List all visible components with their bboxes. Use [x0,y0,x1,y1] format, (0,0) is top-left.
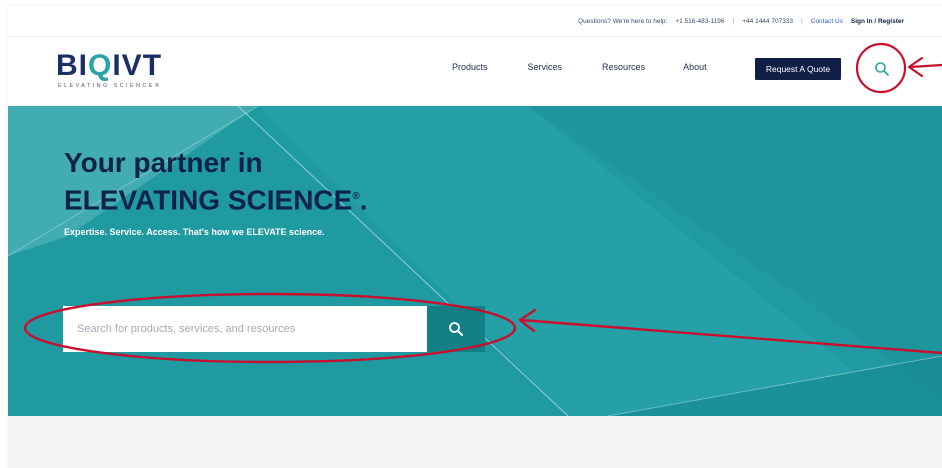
separator: | [801,17,803,25]
registered-mark: ® [352,191,360,202]
help-text: Questions? We're here to help: [578,17,668,25]
bioivt-logo[interactable]: BI Q IVT ELEVATING SCIENCE® [56,51,162,90]
contact-us-link[interactable]: Contact Us [811,18,843,25]
hero-title-line1: Your partner in [64,147,263,178]
sign-in-link[interactable]: Sign In / Register [851,18,904,25]
hero-subtitle: Expertise. Service. Access. That's how w… [64,227,325,237]
logo-text-q: Q [88,49,113,82]
logo-text-bi: BI [56,49,88,82]
logo-wordmark: BI Q IVT [56,51,162,81]
search-icon [449,322,463,336]
nav-item-products[interactable]: Products [452,62,488,72]
logo-tagline: ELEVATING SCIENCE® [58,83,162,89]
request-quote-button[interactable]: Request A Quote [755,58,841,80]
search-icon [875,62,889,76]
utility-bar: Questions? We're here to help: +1 516-48… [8,6,942,36]
hero-search-input[interactable] [63,306,427,352]
phone-us-link[interactable]: +1 516-483-1196 [675,18,724,25]
hero-title-period: . [359,184,368,216]
logo-text-ivt: IVT [112,49,163,82]
header-search-button[interactable] [874,61,890,77]
hero-title-text: ELEVATING SCIENCE [64,184,353,216]
hero-title: Your partner in ELEVATING SCIENCE®. [64,146,367,217]
hero-title-line2: ELEVATING SCIENCE®. [64,180,367,217]
hero-search-bar [63,306,485,352]
below-hero-section [8,416,942,468]
phone-uk-link[interactable]: +44 1444 707333 [742,18,793,25]
site-header: BI Q IVT ELEVATING SCIENCE® Products Servi… [8,36,942,107]
hero-search-button[interactable] [427,306,485,352]
nav-item-services[interactable]: Services [528,62,563,72]
main-nav: Products Services Resources About [452,62,747,72]
hero-banner: Your partner in ELEVATING SCIENCE®. Expe… [8,106,942,416]
nav-item-resources[interactable]: Resources [602,62,645,72]
nav-item-about[interactable]: About [683,62,707,72]
browser-page: Questions? We're here to help: +1 516-48… [8,6,942,468]
separator: | [732,17,735,25]
